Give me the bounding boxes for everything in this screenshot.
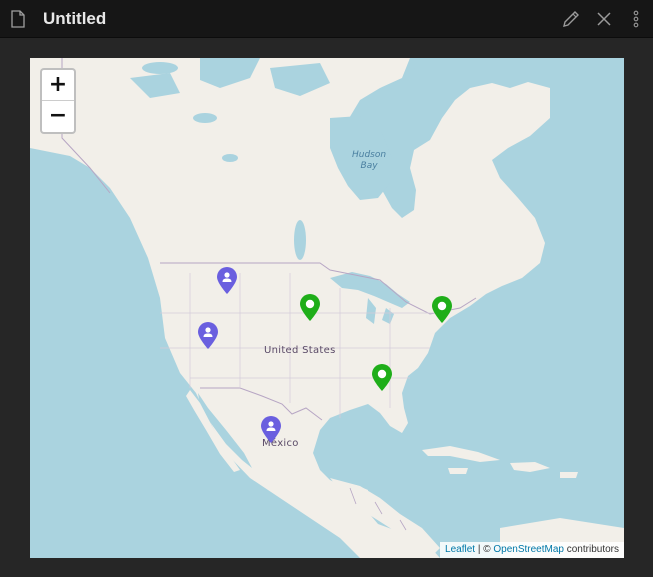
attribution-contributors: contributors [563, 544, 619, 555]
close-icon[interactable] [596, 10, 612, 28]
location-marker-icon[interactable] [371, 364, 393, 392]
hudson-bay-label: Hudson Bay [352, 150, 387, 171]
location-marker-icon[interactable] [431, 296, 453, 324]
window-title: Untitled [43, 9, 107, 28]
leaflet-link[interactable]: Leaflet [445, 544, 475, 555]
attribution-separator: | © [475, 544, 494, 555]
document-icon [11, 10, 25, 28]
map-tiles [30, 58, 624, 558]
zoom-control: + − [40, 68, 76, 134]
openstreetmap-link[interactable]: OpenStreetMap [493, 544, 564, 555]
united-states-label: United States [264, 345, 336, 356]
pencil-icon[interactable] [562, 10, 580, 28]
zoom-out-button[interactable]: − [42, 101, 74, 132]
person-marker-icon[interactable] [260, 416, 282, 444]
title-bar: Untitled [0, 0, 653, 38]
map-view[interactable]: Hudson Bay United States México + − Leaf… [30, 58, 624, 558]
map-attribution: Leaflet | © OpenStreetMap contributors [440, 542, 624, 558]
person-marker-icon[interactable] [197, 322, 219, 350]
zoom-in-button[interactable]: + [42, 70, 74, 101]
person-marker-icon[interactable] [216, 267, 238, 295]
more-vertical-icon[interactable] [632, 10, 640, 28]
location-marker-icon[interactable] [299, 294, 321, 322]
